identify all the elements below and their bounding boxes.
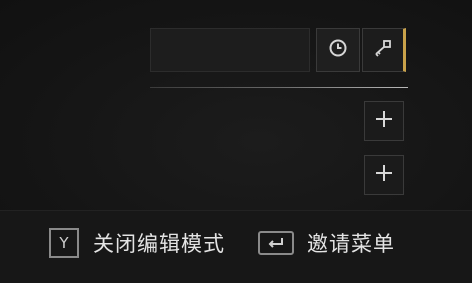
invite-menu-label: 邀请菜单 <box>307 232 395 256</box>
y-key-icon: Y <box>49 228 79 258</box>
close-edit-mode-hint[interactable]: Y 关闭编辑模式 <box>49 227 225 259</box>
key-button[interactable] <box>362 28 406 72</box>
plus-icon <box>374 109 394 133</box>
key-icon <box>372 37 394 63</box>
clock-icon <box>328 38 348 62</box>
plus-icon <box>374 163 394 187</box>
time-button[interactable] <box>316 28 360 72</box>
slot-name-field[interactable] <box>150 28 310 72</box>
add-slot-button[interactable] <box>364 155 404 195</box>
edit-mode-panel: Y 关闭编辑模式 邀请菜单 <box>0 0 472 283</box>
enter-key-icon <box>258 231 294 255</box>
add-slot-button[interactable] <box>364 101 404 141</box>
close-edit-mode-label: 关闭编辑模式 <box>93 232 225 256</box>
invite-menu-hint[interactable]: 邀请菜单 <box>258 227 395 259</box>
divider <box>150 87 408 88</box>
